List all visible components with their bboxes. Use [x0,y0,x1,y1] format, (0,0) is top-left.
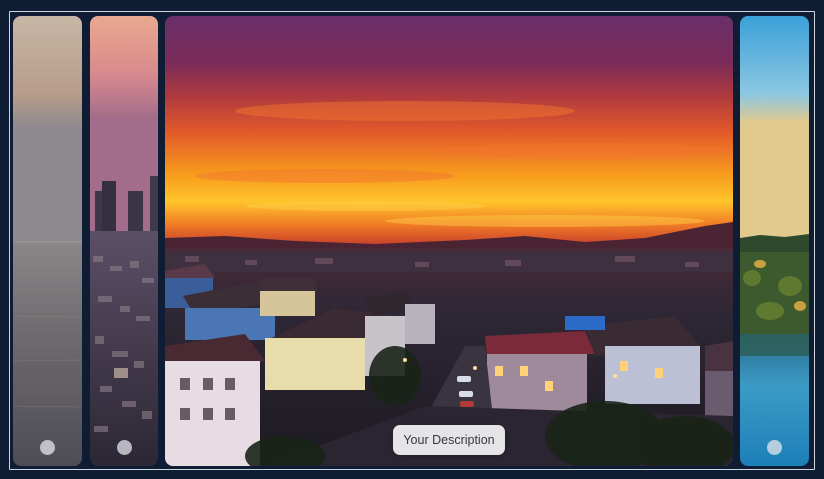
sea-horizon-image [13,16,82,466]
city-skyline-image [90,16,158,466]
image-description-caption: Your Description [393,425,505,455]
panel-indicator-dot [767,440,782,455]
gallery-panel-sea-horizon[interactable] [13,16,82,466]
lake-forest-image [740,16,809,466]
gallery-panel-lake-forest[interactable] [740,16,809,466]
gallery-panel-sunset-town[interactable] [165,16,733,466]
gallery-panel-city-skyline[interactable] [90,16,158,466]
panel-indicator-dot [116,440,132,455]
sunset-town-image [165,16,733,466]
panel-indicator-dot [40,440,55,455]
